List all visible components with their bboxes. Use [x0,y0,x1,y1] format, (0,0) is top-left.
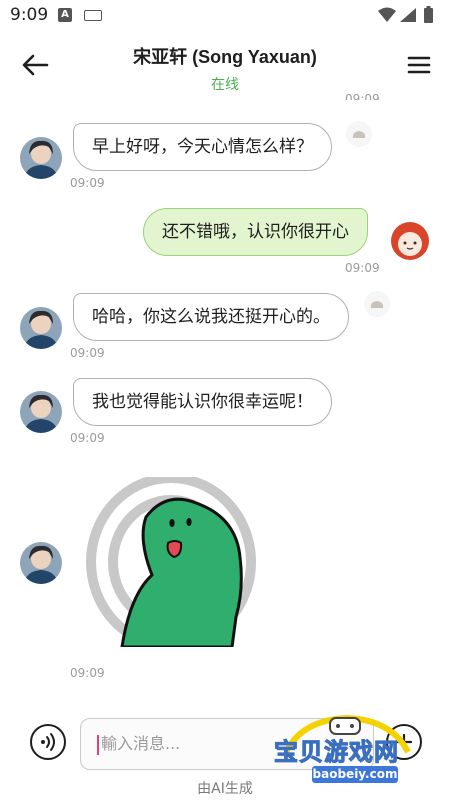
input-placeholder: 輸入消息... [101,734,181,753]
message-time: 09:09 [70,431,105,445]
reaction-icon[interactable] [364,291,390,317]
message-time: 09:09 [70,346,105,360]
chat-screen: 9:09 A 宋亚轩 (Song Yaxuan) 在线 09:09 早上好呀，今… [0,0,450,800]
message-time: 09:09 [70,666,105,680]
green-dinosaur-sticker[interactable] [86,473,256,651]
message-bubble[interactable]: 早上好呀，今天心情怎么样？ [73,123,332,171]
ai-generated-note: 由AI生成 [197,781,253,797]
reaction-icon[interactable] [346,121,372,147]
wifi-icon [378,7,396,22]
message-bubble[interactable]: 我也觉得能认识你很幸运呢！ [73,378,332,426]
voice-icon[interactable] [30,724,66,760]
battery-icon [424,6,433,23]
status-bar: 9:09 A [0,0,450,30]
user-avatar[interactable] [389,220,431,262]
online-status: 在线 [211,77,239,93]
message-bubble[interactable]: 哈哈，你这么说我还挺开心的。 [73,293,349,341]
message-bubble[interactable]: 还不错哦，认识你很开心 [143,208,368,256]
status-time: 9:09 [10,5,49,25]
signal-icon [400,8,416,22]
keyboard-icon [84,10,102,21]
page-title: 宋亚轩 (Song Yaxuan) [133,47,317,67]
message-time: 09:09 [70,176,105,190]
avatar[interactable] [20,307,62,349]
message-time: 09:09 [345,92,380,100]
text-caret [97,734,99,755]
avatar[interactable] [20,137,62,179]
chat-header: 宋亚轩 (Song Yaxuan) 在线 [0,30,450,98]
menu-icon[interactable] [406,54,432,76]
avatar[interactable] [20,542,62,584]
message-time: 09:09 [345,261,380,275]
avatar[interactable] [20,391,62,433]
status-right-icons [378,6,433,23]
a-notification-icon: A [58,8,72,22]
watermark-title: 宝贝游戏网 [274,738,399,767]
